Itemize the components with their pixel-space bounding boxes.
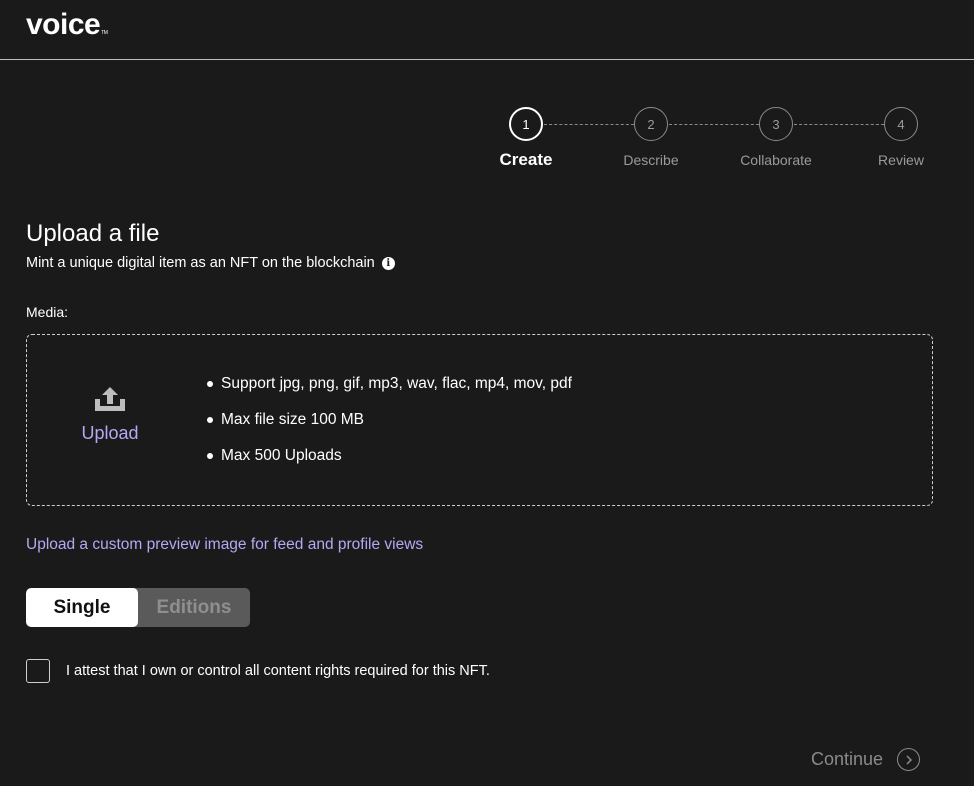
list-item: Max file size 100 MB <box>207 409 572 445</box>
requirement-text: Max 500 Uploads <box>221 447 342 464</box>
requirement-text: Max file size 100 MB <box>221 411 364 428</box>
single-option[interactable]: Single <box>26 588 138 627</box>
edition-type-toggle: Single Editions <box>26 588 250 627</box>
step-4-label: Review <box>878 152 924 168</box>
upload-requirements: Support jpg, png, gif, mp3, wav, flac, m… <box>207 373 572 481</box>
step-connector <box>794 124 884 125</box>
attest-text: I attest that I own or control all conte… <box>66 663 490 679</box>
step-1-label: Create <box>499 150 553 169</box>
step-2-circle[interactable]: 2 <box>634 107 668 141</box>
upload-button[interactable]: Upload <box>75 385 145 455</box>
upload-icon <box>95 387 125 411</box>
page-title: Upload a file <box>26 220 160 247</box>
step-3-label: Collaborate <box>740 152 812 168</box>
subtitle-text: Mint a unique digital item as an NFT on … <box>26 255 375 271</box>
media-label: Media: <box>26 304 69 320</box>
step-1-circle[interactable]: 1 <box>509 107 543 141</box>
continue-button[interactable]: Continue <box>811 748 921 771</box>
attest-row: I attest that I own or control all conte… <box>26 659 490 683</box>
custom-preview-link[interactable]: Upload a custom preview image for feed a… <box>26 536 423 554</box>
media-dropzone[interactable]: Upload Support jpg, png, gif, mp3, wav, … <box>26 334 933 506</box>
requirement-text: Support jpg, png, gif, mp3, wav, flac, m… <box>221 375 572 392</box>
step-number: 2 <box>647 116 655 132</box>
step-4-circle[interactable]: 4 <box>884 107 918 141</box>
page-subtitle: Mint a unique digital item as an NFT on … <box>26 255 395 271</box>
editions-option[interactable]: Editions <box>138 588 250 627</box>
chevron-right-icon <box>897 748 921 771</box>
step-connector <box>669 124 759 125</box>
step-number: 3 <box>772 116 780 132</box>
attest-checkbox[interactable] <box>26 659 50 683</box>
step-number: 1 <box>522 116 530 132</box>
list-item: Support jpg, png, gif, mp3, wav, flac, m… <box>207 373 572 409</box>
step-number: 4 <box>897 116 905 132</box>
step-3-circle[interactable]: 3 <box>759 107 793 141</box>
upload-label: Upload <box>81 423 139 443</box>
list-item: Max 500 Uploads <box>207 445 572 481</box>
step-connector <box>544 124 634 125</box>
progress-stepper: 1 2 3 4 Create Describe Collaborate Revi… <box>0 0 974 180</box>
info-icon[interactable]: i <box>381 256 395 270</box>
continue-label: Continue <box>811 749 884 769</box>
step-2-label: Describe <box>623 152 679 168</box>
